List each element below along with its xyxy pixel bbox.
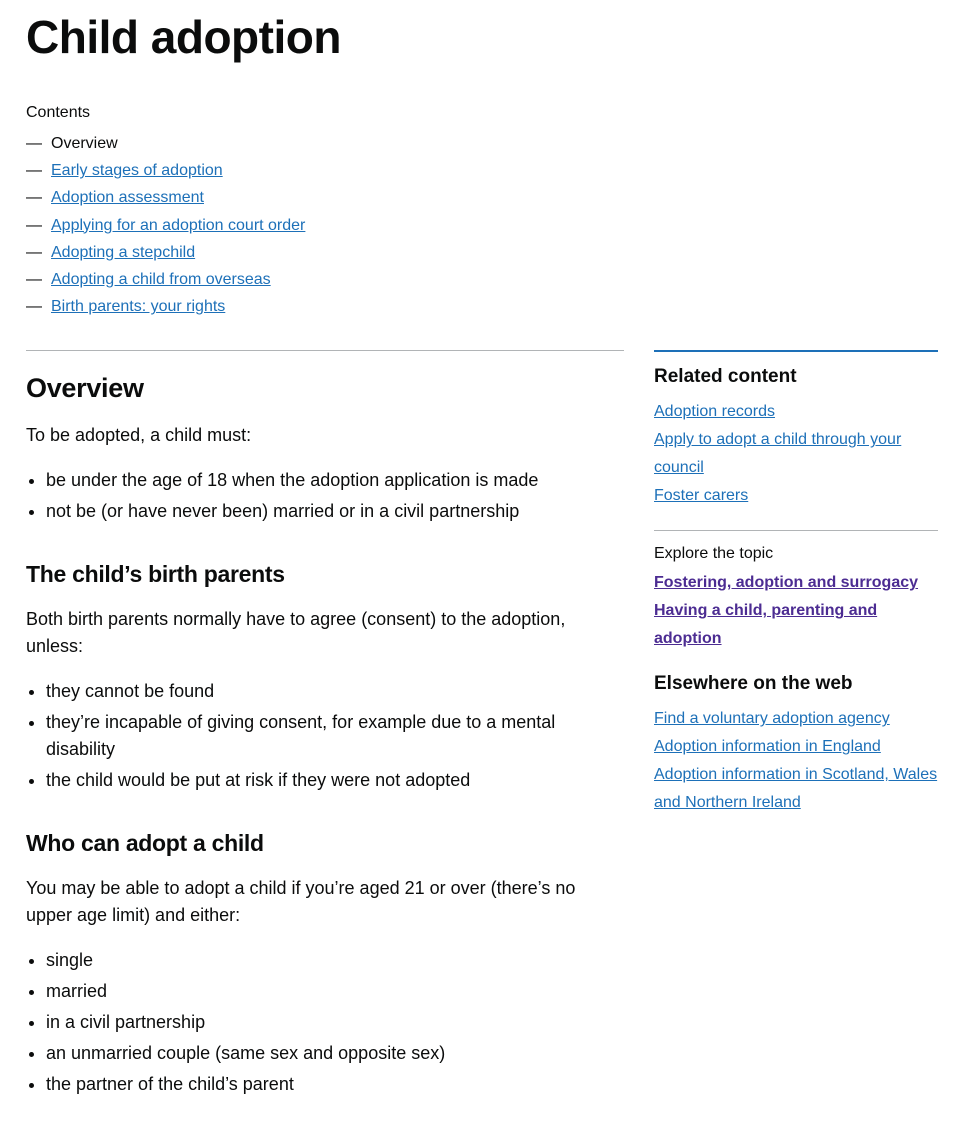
contents-item-current: Overview [51, 135, 118, 152]
related-content-heading: Related content [654, 366, 938, 388]
elsewhere-link[interactable]: Adoption information in Scotland, Wales … [654, 766, 937, 811]
list-item: the child would be put at risk if they w… [46, 767, 624, 794]
contents-item-link[interactable]: Adopting a child from overseas [51, 271, 271, 288]
list-item: the partner of the child’s parent [46, 1071, 624, 1098]
overview-intro: To be adopted, a child must: [26, 422, 624, 449]
list-item: be under the age of 18 when the adoption… [46, 467, 624, 494]
elsewhere-heading: Elsewhere on the web [654, 673, 938, 695]
elsewhere-link[interactable]: Adoption information in England [654, 738, 881, 755]
page-title: Child adoption [26, 10, 938, 64]
overview-heading: Overview [26, 373, 624, 404]
contents-item-link[interactable]: Adoption assessment [51, 189, 204, 206]
explore-link[interactable]: Having a child, parenting and adoption [654, 602, 877, 647]
overview-list: be under the age of 18 when the adoption… [26, 467, 624, 525]
list-item: single [46, 947, 624, 974]
birth-parents-list: they cannot be found they’re incapable o… [26, 678, 624, 794]
contents-item-link[interactable]: Birth parents: your rights [51, 298, 225, 315]
related-links: Adoption records Apply to adopt a child … [654, 398, 938, 510]
contents-item-link[interactable]: Early stages of adoption [51, 162, 223, 179]
related-link[interactable]: Apply to adopt a child through your coun… [654, 431, 901, 476]
who-can-adopt-list: single married in a civil partnership an… [26, 947, 624, 1098]
explore-links: Fostering, adoption and surrogacy Having… [654, 569, 938, 653]
main-content: Overview To be adopted, a child must: be… [26, 350, 624, 1118]
birth-parents-intro: Both birth parents normally have to agre… [26, 606, 624, 660]
related-link[interactable]: Foster carers [654, 487, 748, 504]
explore-topic-label: Explore the topic [654, 545, 938, 563]
list-item: an unmarried couple (same sex and opposi… [46, 1040, 624, 1067]
who-can-adopt-intro: You may be able to adopt a child if you’… [26, 875, 624, 929]
elsewhere-link[interactable]: Find a voluntary adoption agency [654, 710, 890, 727]
contents-label: Contents [26, 104, 938, 122]
list-item: they’re incapable of giving consent, for… [46, 709, 624, 763]
list-item: in a civil partnership [46, 1009, 624, 1036]
list-item: they cannot be found [46, 678, 624, 705]
contents-item-link[interactable]: Adopting a stepchild [51, 244, 195, 261]
contents-list: Overview Early stages of adoption Adopti… [26, 130, 938, 320]
elsewhere-links: Find a voluntary adoption agency Adoptio… [654, 705, 938, 817]
birth-parents-heading: The child’s birth parents [26, 561, 624, 588]
contents-item-link[interactable]: Applying for an adoption court order [51, 217, 305, 234]
sidebar: Related content Adoption records Apply t… [654, 350, 938, 1118]
who-can-adopt-heading: Who can adopt a child [26, 830, 624, 857]
explore-link[interactable]: Fostering, adoption and surrogacy [654, 574, 918, 591]
related-link[interactable]: Adoption records [654, 403, 775, 420]
list-item: married [46, 978, 624, 1005]
list-item: not be (or have never been) married or i… [46, 498, 624, 525]
